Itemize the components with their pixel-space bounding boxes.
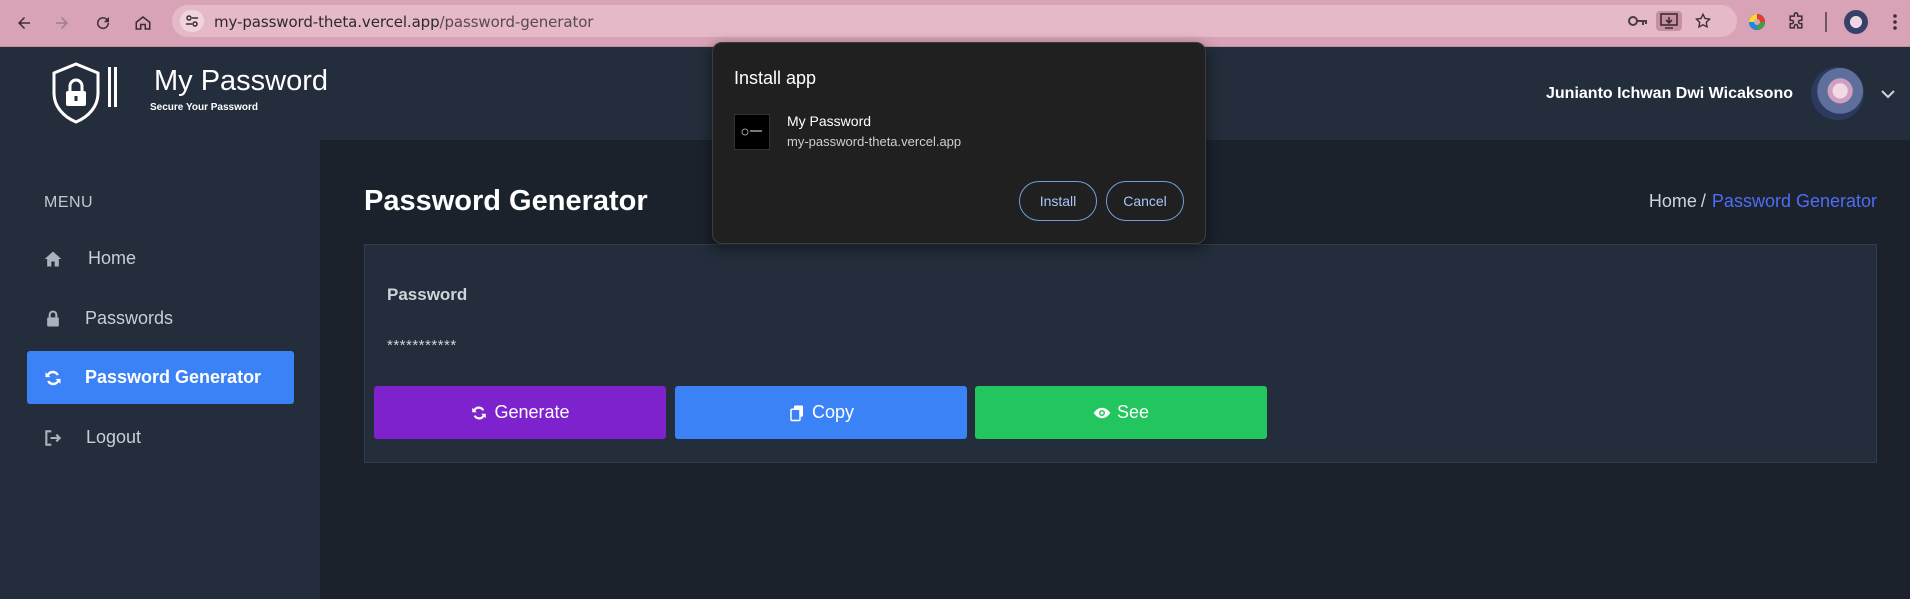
site-info-button[interactable] bbox=[180, 10, 204, 32]
copy-button[interactable]: Copy bbox=[675, 386, 967, 439]
arrow-left-icon bbox=[18, 17, 30, 29]
breadcrumb-current: Password Generator bbox=[1711, 191, 1877, 211]
logo-subtitle: Secure Your Password bbox=[150, 102, 259, 113]
menu-label: MENU bbox=[44, 194, 94, 211]
see-button[interactable]: See bbox=[975, 386, 1267, 439]
sidebar-item-password-generator[interactable]: Password Generator bbox=[27, 351, 294, 404]
bookmark-star-icon[interactable] bbox=[1692, 11, 1714, 31]
reload-button[interactable] bbox=[89, 9, 117, 37]
browser-menu-icon[interactable] bbox=[1883, 10, 1907, 34]
extensions-puzzle-icon[interactable] bbox=[1784, 10, 1808, 34]
shield-lock-icon bbox=[52, 62, 100, 124]
profile-avatar[interactable] bbox=[1844, 10, 1868, 34]
page-title: Password Generator bbox=[364, 185, 648, 217]
toolbar-divider bbox=[1825, 12, 1827, 32]
reload-icon bbox=[97, 17, 110, 30]
forward-button[interactable] bbox=[48, 9, 76, 37]
tune-icon bbox=[186, 15, 198, 27]
eye-icon bbox=[1093, 407, 1111, 418]
password-value: *********** bbox=[387, 337, 457, 354]
copy-label: Copy bbox=[811, 402, 855, 422]
url-text: my-password-theta.vercel.app/password-ge… bbox=[214, 13, 593, 31]
logo-bar-1 bbox=[108, 67, 111, 107]
sidebar: MENU Home Passwords Password Generator L… bbox=[0, 140, 320, 599]
sidebar-item-label: Passwords bbox=[85, 308, 174, 328]
password-key-icon[interactable] bbox=[1627, 11, 1649, 31]
password-card: Password *********** Generate Copy See bbox=[364, 244, 1877, 463]
sidebar-item-label: Home bbox=[88, 248, 137, 268]
breadcrumb: Home / Password Generator bbox=[1649, 191, 1877, 212]
dialog-title: Install app bbox=[734, 68, 817, 88]
home-icon bbox=[44, 251, 62, 267]
sidebar-item-home[interactable]: Home bbox=[27, 232, 294, 285]
color-wheel-extension-icon[interactable] bbox=[1745, 10, 1769, 34]
sidebar-item-label: Logout bbox=[86, 427, 142, 447]
see-label: See bbox=[1116, 402, 1150, 422]
logo-bar-2 bbox=[114, 67, 117, 107]
install-app-dialog: Install app My Password my-password-thet… bbox=[712, 42, 1206, 244]
sidebar-item-label: Password Generator bbox=[85, 367, 262, 387]
install-app-icon[interactable] bbox=[1656, 11, 1682, 31]
arrow-right-icon bbox=[56, 17, 68, 29]
sidebar-item-passwords[interactable]: Passwords bbox=[27, 292, 294, 345]
house-icon bbox=[135, 16, 151, 30]
breadcrumb-home[interactable]: Home bbox=[1649, 191, 1697, 211]
sidebar-item-logout[interactable]: Logout bbox=[27, 411, 294, 464]
cancel-button[interactable]: Cancel bbox=[1106, 181, 1184, 221]
dialog-app-name: My Password bbox=[787, 113, 872, 129]
app-logo-mini-icon bbox=[741, 128, 762, 136]
home-browser-button[interactable] bbox=[129, 9, 157, 37]
back-button[interactable] bbox=[10, 9, 38, 37]
generate-label: Generate bbox=[494, 402, 570, 422]
dialog-app-url: my-password-theta.vercel.app bbox=[787, 134, 962, 149]
logo-title: My Password bbox=[154, 65, 329, 97]
lock-icon bbox=[47, 310, 59, 327]
browser-toolbar: my-password-theta.vercel.app/password-ge… bbox=[0, 0, 1910, 47]
install-button[interactable]: Install bbox=[1019, 181, 1097, 221]
chevron-down-icon[interactable] bbox=[1880, 87, 1896, 101]
refresh-icon bbox=[472, 405, 487, 420]
url-path: /password-generator bbox=[439, 13, 594, 31]
generate-button[interactable]: Generate bbox=[374, 386, 666, 439]
copy-icon bbox=[790, 405, 803, 421]
address-bar[interactable]: my-password-theta.vercel.app/password-ge… bbox=[172, 5, 1737, 37]
user-avatar[interactable] bbox=[1811, 67, 1864, 120]
breadcrumb-separator: / bbox=[1700, 191, 1706, 211]
app-icon bbox=[734, 114, 770, 150]
user-name[interactable]: Junianto Ichwan Dwi Wicaksono bbox=[1546, 85, 1793, 103]
url-host: my-password-theta.vercel.app bbox=[214, 13, 440, 31]
password-label: Password bbox=[387, 285, 468, 304]
refresh-icon bbox=[45, 370, 61, 386]
logout-icon bbox=[45, 430, 62, 446]
